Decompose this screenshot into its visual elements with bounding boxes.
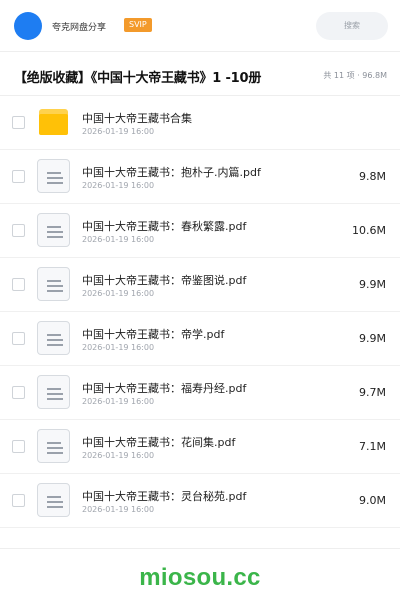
file-size: 9.8M <box>359 170 386 183</box>
file-name[interactable]: 中国十大帝王藏书：福寿丹经.pdf <box>82 380 246 396</box>
file-date: 2026-01-19 16:00 <box>82 343 155 352</box>
row-checkbox[interactable] <box>12 386 25 399</box>
file-date: 2026-01-19 16:00 <box>82 235 155 244</box>
file-row[interactable]: 中国十大帝王藏书：福寿丹经.pdf 2026-01-19 16:00 9.7M <box>0 366 400 420</box>
file-row[interactable]: 中国十大帝王藏书：帝鉴图说.pdf 2026-01-19 16:00 9.9M <box>0 258 400 312</box>
file-date: 2026-01-19 16:00 <box>82 289 155 298</box>
file-row[interactable]: 中国十大帝王藏书：抱朴子.内篇.pdf 2026-01-19 16:00 9.8… <box>0 150 400 204</box>
share-meta: 共 11 项 · 96.8M <box>323 71 387 80</box>
watermark: miosou.cc <box>139 564 261 591</box>
file-date: 2026-01-19 16:00 <box>82 451 155 460</box>
row-checkbox[interactable] <box>12 170 25 183</box>
row-checkbox[interactable] <box>12 440 25 453</box>
avatar[interactable] <box>14 12 42 40</box>
row-checkbox[interactable] <box>12 494 25 507</box>
file-name[interactable]: 中国十大帝王藏书：抱朴子.内篇.pdf <box>82 164 261 180</box>
file-size: 9.0M <box>359 494 386 507</box>
file-name[interactable]: 中国十大帝王藏书：灵台秘苑.pdf <box>82 488 246 504</box>
file-date: 2026-01-19 16:00 <box>82 127 155 136</box>
folder-icon <box>39 109 68 135</box>
share-title-bar: 【绝版收藏】《中国十大帝王藏书》1 -10册 共 11 项 · 96.8M <box>0 52 400 96</box>
svip-badge: SVIP <box>124 18 152 32</box>
file-row[interactable]: 中国十大帝王藏书：帝学.pdf 2026-01-19 16:00 9.9M <box>0 312 400 366</box>
file-list: 中国十大帝王藏书合集 2026-01-19 16:00 中国十大帝王藏书：抱朴子… <box>0 96 400 528</box>
file-name[interactable]: 中国十大帝王藏书：春秋繁露.pdf <box>82 218 246 234</box>
file-row[interactable]: 中国十大帝王藏书：春秋繁露.pdf 2026-01-19 16:00 10.6M <box>0 204 400 258</box>
document-icon <box>37 375 70 409</box>
file-size: 9.9M <box>359 332 386 345</box>
file-name[interactable]: 中国十大帝王藏书：花间集.pdf <box>82 434 235 450</box>
app-name: 夸克网盘分享 <box>52 23 107 33</box>
footer: miosou.cc <box>0 548 400 600</box>
row-checkbox[interactable] <box>12 224 25 237</box>
top-header: 夸克网盘分享 SVIP 搜索 <box>0 0 400 52</box>
row-checkbox[interactable] <box>12 332 25 345</box>
document-icon <box>37 483 70 517</box>
document-icon <box>37 267 70 301</box>
file-size: 7.1M <box>359 440 386 453</box>
document-icon <box>37 159 70 193</box>
file-row[interactable]: 中国十大帝王藏书合集 2026-01-19 16:00 <box>0 96 400 150</box>
file-date: 2026-01-19 16:00 <box>82 397 155 406</box>
document-icon <box>37 429 70 463</box>
row-checkbox[interactable] <box>12 116 25 129</box>
document-icon <box>37 321 70 355</box>
file-row[interactable]: 中国十大帝王藏书：花间集.pdf 2026-01-19 16:00 7.1M <box>0 420 400 474</box>
file-name[interactable]: 中国十大帝王藏书：帝学.pdf <box>82 326 224 342</box>
file-date: 2026-01-19 16:00 <box>82 505 155 514</box>
file-date: 2026-01-19 16:00 <box>82 181 155 190</box>
file-name[interactable]: 中国十大帝王藏书：帝鉴图说.pdf <box>82 272 246 288</box>
file-size: 9.9M <box>359 278 386 291</box>
share-title: 【绝版收藏】《中国十大帝王藏书》1 -10册 <box>14 71 262 86</box>
document-icon <box>37 213 70 247</box>
file-row[interactable]: 中国十大帝王藏书：灵台秘苑.pdf 2026-01-19 16:00 9.0M <box>0 474 400 528</box>
file-size: 9.7M <box>359 386 386 399</box>
file-size: 10.6M <box>352 224 386 237</box>
row-checkbox[interactable] <box>12 278 25 291</box>
search-input[interactable]: 搜索 <box>316 12 388 40</box>
file-name[interactable]: 中国十大帝王藏书合集 <box>82 110 192 126</box>
